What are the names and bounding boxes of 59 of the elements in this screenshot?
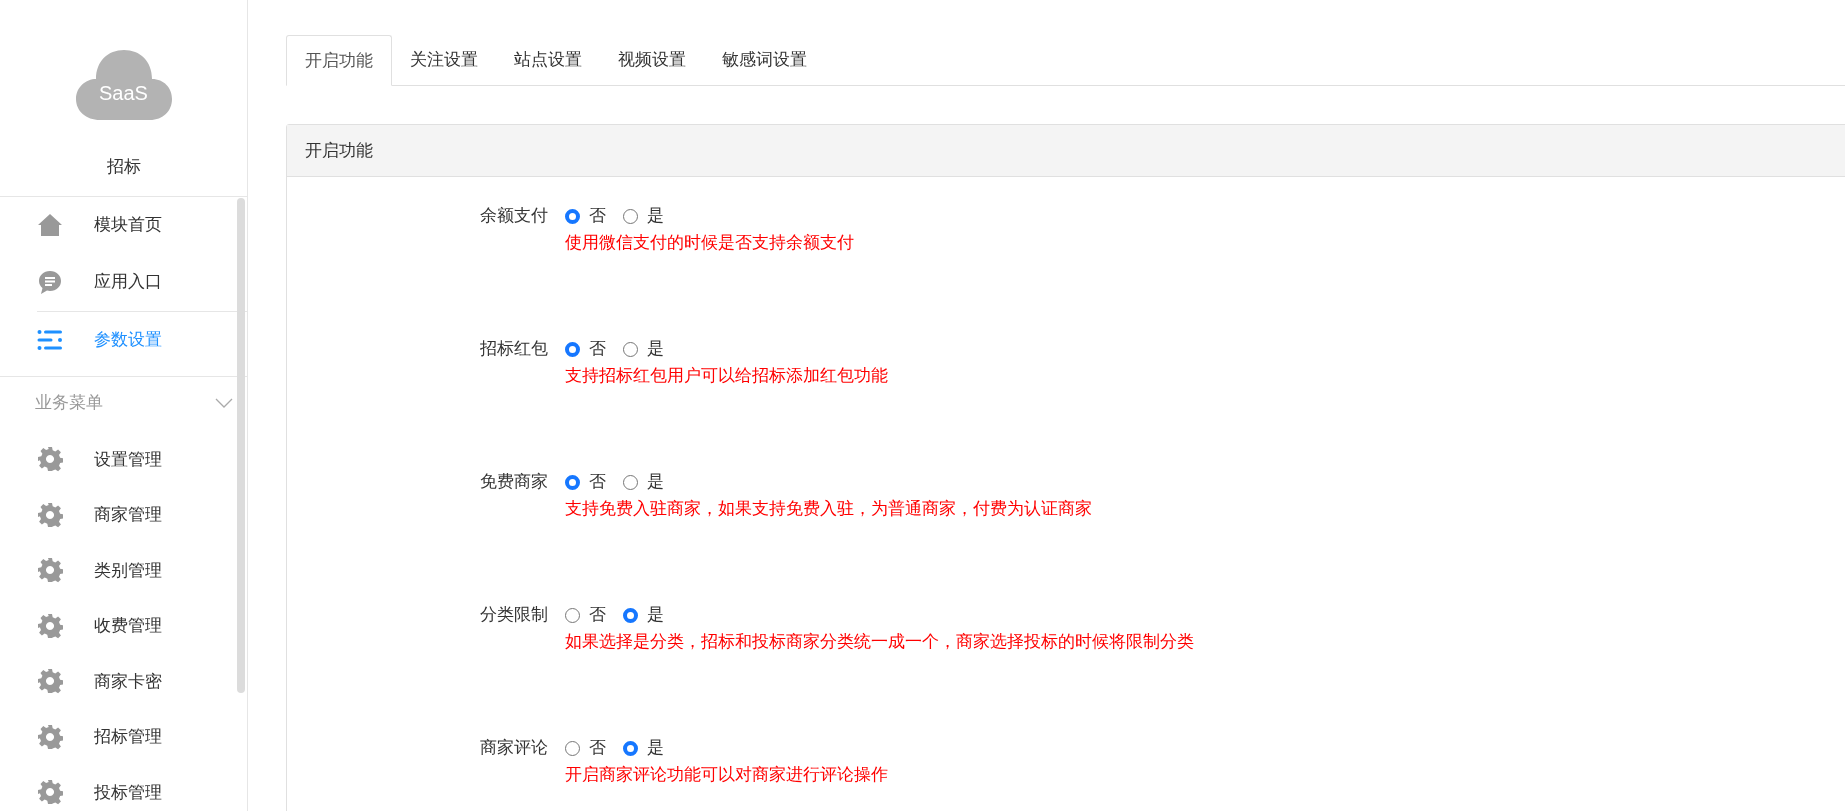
sidebar-item[interactable]: 商家管理 [0, 487, 247, 543]
radio-option[interactable]: 是 [623, 735, 664, 761]
tab[interactable]: 开启功能 [286, 35, 392, 86]
field-label: 免费商家 [479, 471, 549, 493]
sidebar-item[interactable]: 设置管理 [0, 431, 247, 487]
gear-icon [37, 557, 63, 584]
sidebar-item[interactable]: 商家卡密 [0, 653, 247, 709]
radio-option[interactable]: 否 [565, 735, 606, 761]
radio-option[interactable]: 是 [623, 336, 664, 362]
gear-icon [37, 668, 63, 695]
gear-icon [37, 501, 63, 528]
help-text: 使用微信支付的时候是否支持余额支付 [565, 232, 854, 254]
gear-icon [37, 723, 63, 750]
radio-option[interactable]: 否 [565, 469, 606, 495]
chat-bubble-icon [37, 269, 63, 295]
radio-button[interactable] [623, 341, 638, 357]
tab[interactable]: 敏感词设置 [704, 35, 825, 85]
radio-button[interactable] [623, 474, 638, 490]
radio-button[interactable] [565, 341, 580, 357]
radio-option[interactable]: 是 [623, 469, 664, 495]
radio-button[interactable] [623, 607, 638, 623]
radio-button[interactable] [565, 208, 580, 224]
cloud-logo: SaaS [75, 48, 172, 120]
field-label: 分类限制 [479, 604, 549, 626]
scrollbar[interactable] [237, 198, 245, 693]
help-text: 开启商家评论功能可以对商家进行评论操作 [565, 764, 888, 786]
tab[interactable]: 关注设置 [392, 35, 496, 85]
radio-option[interactable]: 否 [565, 336, 606, 362]
sidebar-item[interactable]: 收费管理 [0, 598, 247, 654]
help-text: 支持免费入驻商家，如果支持免费入驻，为普通商家，付费为认证商家 [565, 498, 1092, 520]
radio-button[interactable] [565, 607, 580, 623]
tab[interactable]: 站点设置 [496, 35, 600, 85]
radio-button[interactable] [623, 740, 638, 756]
radio-option[interactable]: 是 [623, 602, 664, 628]
field-label: 招标红包 [479, 338, 549, 360]
radio-option[interactable]: 否 [565, 203, 606, 229]
radio-button[interactable] [623, 208, 638, 224]
field-label: 余额支付 [479, 205, 549, 227]
tab[interactable]: 视频设置 [600, 35, 704, 85]
sidebar-item[interactable]: 应用入口 [0, 253, 247, 311]
field-label: 商家评论 [479, 737, 549, 759]
radio-button[interactable] [565, 474, 580, 490]
sidebar-item[interactable]: 投标管理 [0, 764, 247, 811]
gear-icon [37, 779, 63, 806]
chevron-down-icon [215, 397, 233, 408]
gear-icon [37, 612, 63, 639]
panel-title: 开启功能 [305, 139, 373, 162]
list-icon [37, 328, 63, 351]
help-text: 如果选择是分类，招标和投标商家分类统一成一个，商家选择投标的时候将限制分类 [565, 631, 1194, 653]
radio-option[interactable]: 否 [565, 602, 606, 628]
gear-icon [37, 446, 63, 473]
radio-option[interactable]: 是 [623, 203, 664, 229]
app-name: 招标 [106, 156, 141, 178]
help-text: 支持招标红包用户可以给招标添加红包功能 [565, 365, 888, 387]
sidebar-item[interactable]: 模块首页 [0, 196, 247, 254]
home-icon [37, 213, 63, 237]
sidebar-item[interactable]: 招标管理 [0, 709, 247, 765]
radio-button[interactable] [565, 740, 580, 756]
sidebar-item[interactable]: 类别管理 [0, 542, 247, 598]
